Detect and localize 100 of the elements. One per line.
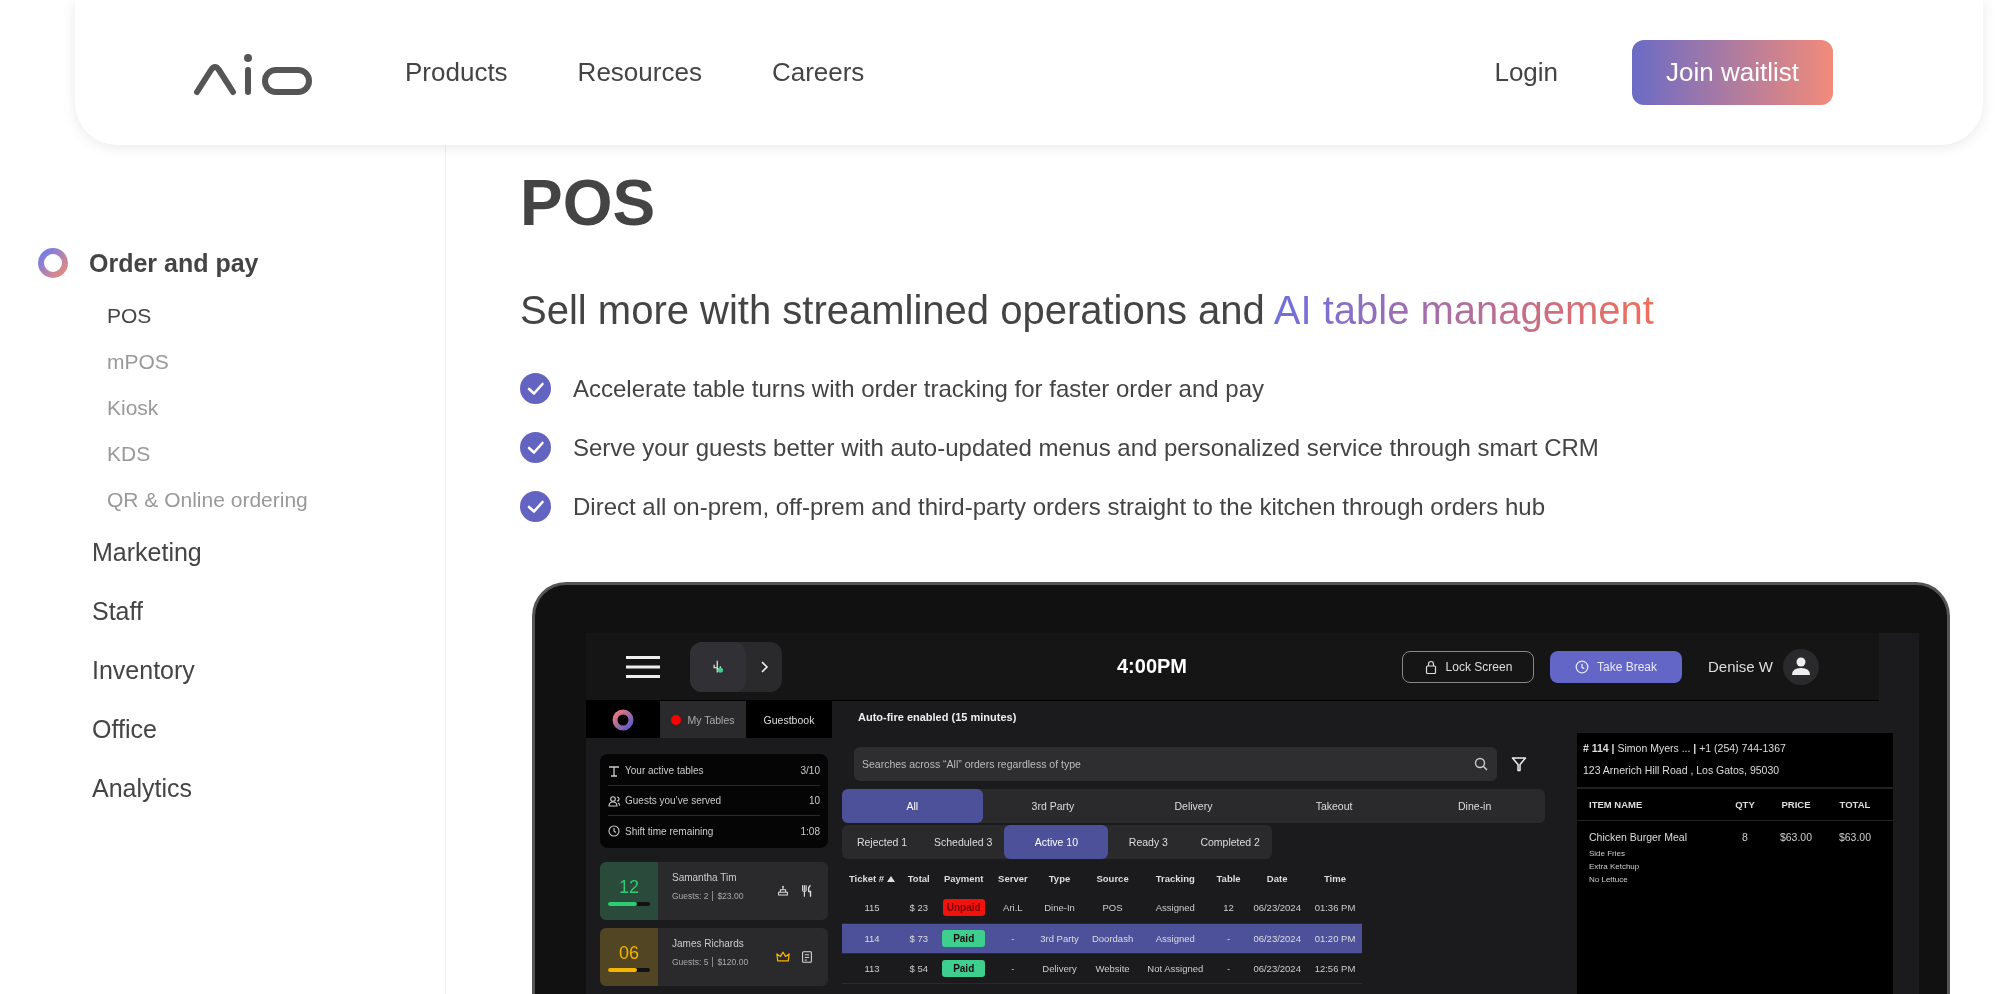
column-header: Type <box>1047 871 1072 886</box>
item-total: $63.00 <box>1837 831 1873 843</box>
status-tab[interactable]: Ready 3 <box>1108 825 1189 859</box>
join-waitlist-button[interactable]: Join waitlist <box>1632 40 1833 105</box>
table-cell: 3rd Party <box>1033 923 1086 953</box>
crown-icon <box>776 950 790 964</box>
table-cell: 12:56 PM <box>1307 953 1362 983</box>
take-break-button[interactable]: Take Break <box>1549 650 1682 683</box>
table-cell: POS <box>1085 893 1140 923</box>
order-type-tab[interactable]: Takeout <box>1263 789 1405 823</box>
guest-name: James Richards <box>672 938 745 949</box>
table-cell: - <box>992 953 1034 983</box>
receipt-icon <box>800 950 814 964</box>
table-cell: 114 <box>842 923 903 953</box>
table-cell: 06/23/2024 <box>1246 953 1308 983</box>
guest-count: Guests: 2 <box>672 891 709 901</box>
clock-icon <box>1574 659 1589 674</box>
usb-status-icon <box>711 659 725 674</box>
table-cell: - <box>992 923 1034 953</box>
column-header: QTY <box>1734 799 1756 810</box>
sidebar-subitem[interactable]: POS <box>107 293 445 339</box>
sidebar-item[interactable]: Analytics <box>36 759 445 818</box>
table-cell: Website <box>1085 953 1140 983</box>
table-cell: Assigned <box>1139 893 1211 923</box>
lock-screen-button[interactable]: Lock Screen <box>1401 650 1534 683</box>
table-cell: $ 23 <box>902 893 936 923</box>
order-type-tab[interactable]: Dine-in <box>1404 789 1545 823</box>
sidebar-item[interactable]: Staff <box>36 582 445 641</box>
table-cell: 01:36 PM <box>1307 893 1362 923</box>
column-header[interactable]: Ticket # <box>842 863 903 893</box>
table-cell: 113 <box>842 953 903 983</box>
ticket-header: # 114 | Simon Myers ... | +1 (254) 744-1367 <box>1583 741 1787 756</box>
check-icon <box>520 373 551 404</box>
feature-text: Accelerate table turns with order tracking for faster order and pay <box>573 374 1264 403</box>
table-cell: 115 <box>842 893 903 923</box>
table-cell: - <box>1210 953 1247 983</box>
nav-link[interactable]: Products <box>405 57 508 88</box>
user-name: Denise W <box>1707 658 1773 675</box>
stat-value: 10 <box>808 795 820 806</box>
payment-status: Unpaid <box>942 899 985 917</box>
guest-count: Guests: 5 <box>672 957 709 967</box>
table-number: 12 <box>619 876 639 898</box>
column-header: Table <box>1215 871 1242 886</box>
status-tab[interactable]: Active 10 <box>1004 825 1109 859</box>
status-tab[interactable]: Rejected 1 <box>842 825 922 859</box>
guests-icon <box>608 794 620 807</box>
login-link[interactable]: Login <box>1494 57 1559 88</box>
item-quantity: 8 <box>1741 831 1749 843</box>
check-icon <box>520 432 551 463</box>
column-header: Time <box>1322 871 1347 886</box>
panel-tab[interactable]: My Tables <box>660 701 746 738</box>
status-dot-icon <box>671 714 682 725</box>
order-type-tab[interactable]: All <box>842 789 983 823</box>
table-icon <box>608 764 620 777</box>
table-amount: $23.00 <box>717 891 744 901</box>
column-header: Total <box>906 871 931 886</box>
nav-link[interactable]: Resources <box>577 57 702 88</box>
table-cell: Delivery <box>1033 953 1086 983</box>
guest-name: Samantha Tim <box>672 872 738 883</box>
feature-text: Direct all on-prem, off-prem and third-party orders straight to the kitchen through orders hub <box>573 492 1546 521</box>
sidebar-item[interactable]: Inventory <box>36 641 445 700</box>
status-tab[interactable]: Completed 2 <box>1188 825 1272 859</box>
item-name: Chicken Burger Meal <box>1589 831 1689 843</box>
sort-icon <box>887 875 896 882</box>
column-header: Date <box>1265 871 1289 886</box>
table-amount: $120.00 <box>717 957 749 967</box>
item-modifier: No Lettuce <box>1589 875 1629 884</box>
table-card[interactable]: 12 Samantha Tim Guests: 2 $23.00 <box>600 862 828 920</box>
clock-icon <box>608 825 620 837</box>
column-header: Payment <box>942 871 985 886</box>
stat-value: 1:08 <box>800 825 820 837</box>
table-card[interactable]: 06 James Richards Guests: 5 $120.00 <box>600 928 828 986</box>
item-modifier: Side Fries <box>1589 849 1626 858</box>
column-header: TOTAL <box>1838 799 1872 810</box>
ring-logo-icon <box>612 708 634 731</box>
menu-icon[interactable] <box>626 655 660 678</box>
sidebar-item[interactable]: Marketing <box>36 523 445 582</box>
item-modifier: Extra Ketchup <box>1589 862 1641 871</box>
sidebar-item[interactable]: Order and pay <box>36 233 445 293</box>
column-header: ITEM NAME <box>1589 799 1644 810</box>
column-header: PRICE <box>1780 799 1812 810</box>
table-cell: Doordash <box>1085 923 1140 953</box>
status-tab[interactable]: Scheduled 3 <box>922 825 1005 859</box>
table-cell: Dine-In <box>1033 893 1086 923</box>
page-title: POS <box>520 167 657 239</box>
column-header: Source <box>1095 871 1130 886</box>
payment-status: Paid <box>942 929 986 947</box>
nav-link[interactable]: Careers <box>771 57 865 88</box>
avatar-icon[interactable] <box>1783 648 1819 685</box>
column-header: Tracking <box>1154 871 1196 886</box>
filter-icon[interactable] <box>1511 756 1527 772</box>
sidebar-item[interactable]: Office <box>36 700 445 759</box>
table-number: 06 <box>619 942 639 964</box>
check-icon <box>520 491 551 522</box>
order-type-tab[interactable]: Delivery <box>1123 789 1264 823</box>
search-field[interactable]: Searches across “All” orders regardless of type <box>854 747 1497 781</box>
column-header: Server <box>997 871 1029 886</box>
order-type-tab[interactable]: 3rd Party <box>982 789 1124 823</box>
table-cell: 12 <box>1210 893 1247 923</box>
table-cell: Assigned <box>1139 923 1211 953</box>
